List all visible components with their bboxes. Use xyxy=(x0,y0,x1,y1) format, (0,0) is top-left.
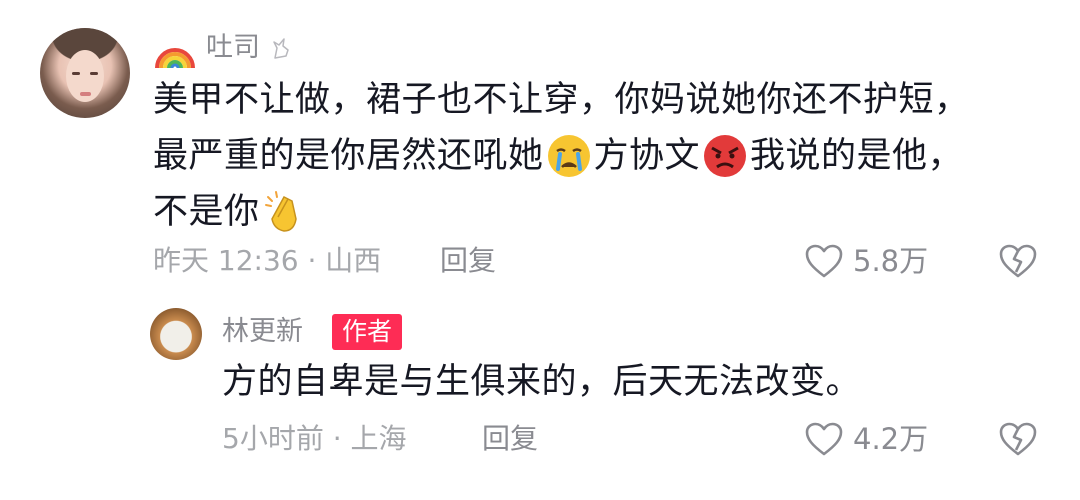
clapping-hands-icon xyxy=(262,189,308,235)
comment-line: 最严重的是你居然还吼她 方协文 我说的是他， xyxy=(153,128,1053,184)
avatar-eye xyxy=(90,72,98,75)
rainbow-icon xyxy=(155,48,195,69)
reply-meta: 5小时前 · 上海 xyxy=(222,422,407,455)
avatar-eye xyxy=(72,72,80,75)
comment-text-segment: 我说的是他， xyxy=(750,136,964,176)
like-count: 5.8万 xyxy=(853,244,929,278)
unicorn-icon xyxy=(273,38,289,59)
avatar-lips xyxy=(80,92,91,96)
angry-face-icon xyxy=(702,133,748,179)
reply-avatar[interactable] xyxy=(150,308,202,360)
avatar[interactable] xyxy=(40,28,130,118)
comment-line: 不是你 xyxy=(153,184,1053,240)
like-count: 4.2万 xyxy=(853,422,929,456)
broken-heart-icon[interactable] xyxy=(998,243,1038,279)
broken-heart-icon[interactable] xyxy=(998,421,1038,457)
comment-text: 美甲不让做，裙子也不让穿，你妈说她你还不护短， 最严重的是你居然还吼她 方协文 我说的… xyxy=(153,72,1053,240)
heart-icon[interactable] xyxy=(804,421,844,457)
comment-meta: 昨天 12:36 · 山西 xyxy=(153,244,382,277)
heart-icon[interactable] xyxy=(804,243,844,279)
crying-face-icon xyxy=(546,133,592,179)
author-badge: 作者 xyxy=(332,314,403,350)
reply-button[interactable]: 回复 xyxy=(440,244,496,278)
comment-text-segment: 不是你 xyxy=(153,192,260,232)
reply-button[interactable]: 回复 xyxy=(482,422,538,456)
comment-username[interactable]: 吐司 xyxy=(206,32,260,64)
reply-username[interactable]: 林更新 xyxy=(222,316,303,348)
comment-text-segment: 美甲不让做，裙子也不让穿，你妈说她你还不护短， xyxy=(153,80,970,120)
comment-text-segment: 方协文 xyxy=(593,136,701,176)
comment-text-segment: 最严重的是你居然还吼她 xyxy=(153,136,544,176)
reply-text: 方的自卑是与生俱来的，后天无法改变。 xyxy=(222,362,862,402)
comment-line: 美甲不让做，裙子也不让穿，你妈说她你还不护短， xyxy=(153,72,1053,128)
